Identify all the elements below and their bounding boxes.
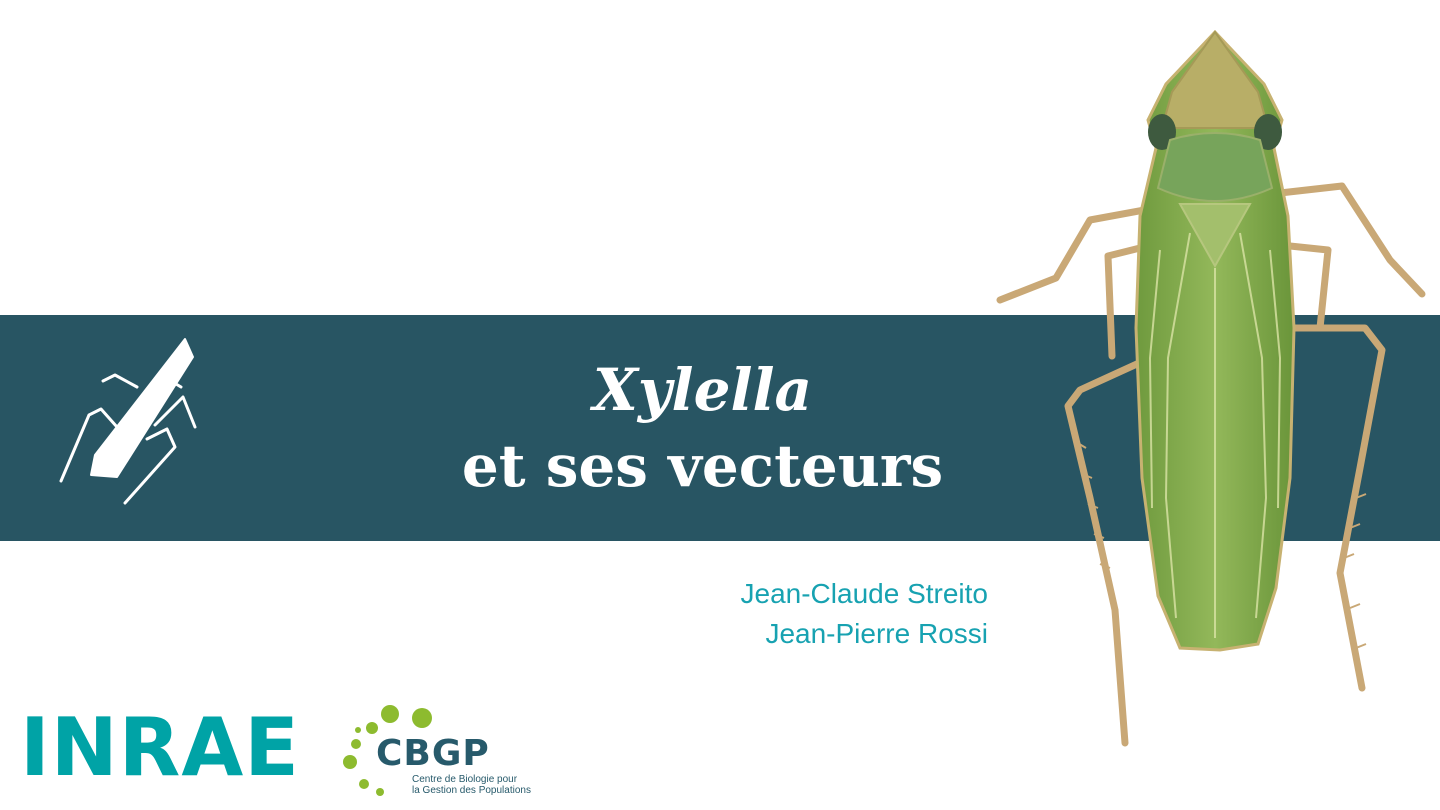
author-name: Jean-Pierre Rossi <box>765 618 988 649</box>
cbgp-wordmark: CBGP <box>376 733 490 774</box>
slide-title: Xylella et ses vecteurs <box>300 352 1105 504</box>
title-line-species: Xylella <box>592 356 813 424</box>
title-line-subtitle: et ses vecteurs <box>461 432 944 500</box>
leafhopper-photo <box>996 29 1426 747</box>
cbgp-tagline: Centre de Biologie pour la Gestion des P… <box>412 774 552 796</box>
inrae-logo: INRAE <box>20 701 300 794</box>
leafhopper-silhouette-icon <box>59 338 197 505</box>
author-list: Jean-Claude Streito Jean-Pierre Rossi <box>741 574 988 654</box>
author-name: Jean-Claude Streito <box>740 578 988 609</box>
title-slide: Xylella et ses vecteurs Jean-Claude Stre… <box>0 0 1440 810</box>
cbgp-tagline-line: la Gestion des Populations <box>412 785 531 796</box>
cbgp-tagline-line: Centre de Biologie pour <box>412 774 518 785</box>
